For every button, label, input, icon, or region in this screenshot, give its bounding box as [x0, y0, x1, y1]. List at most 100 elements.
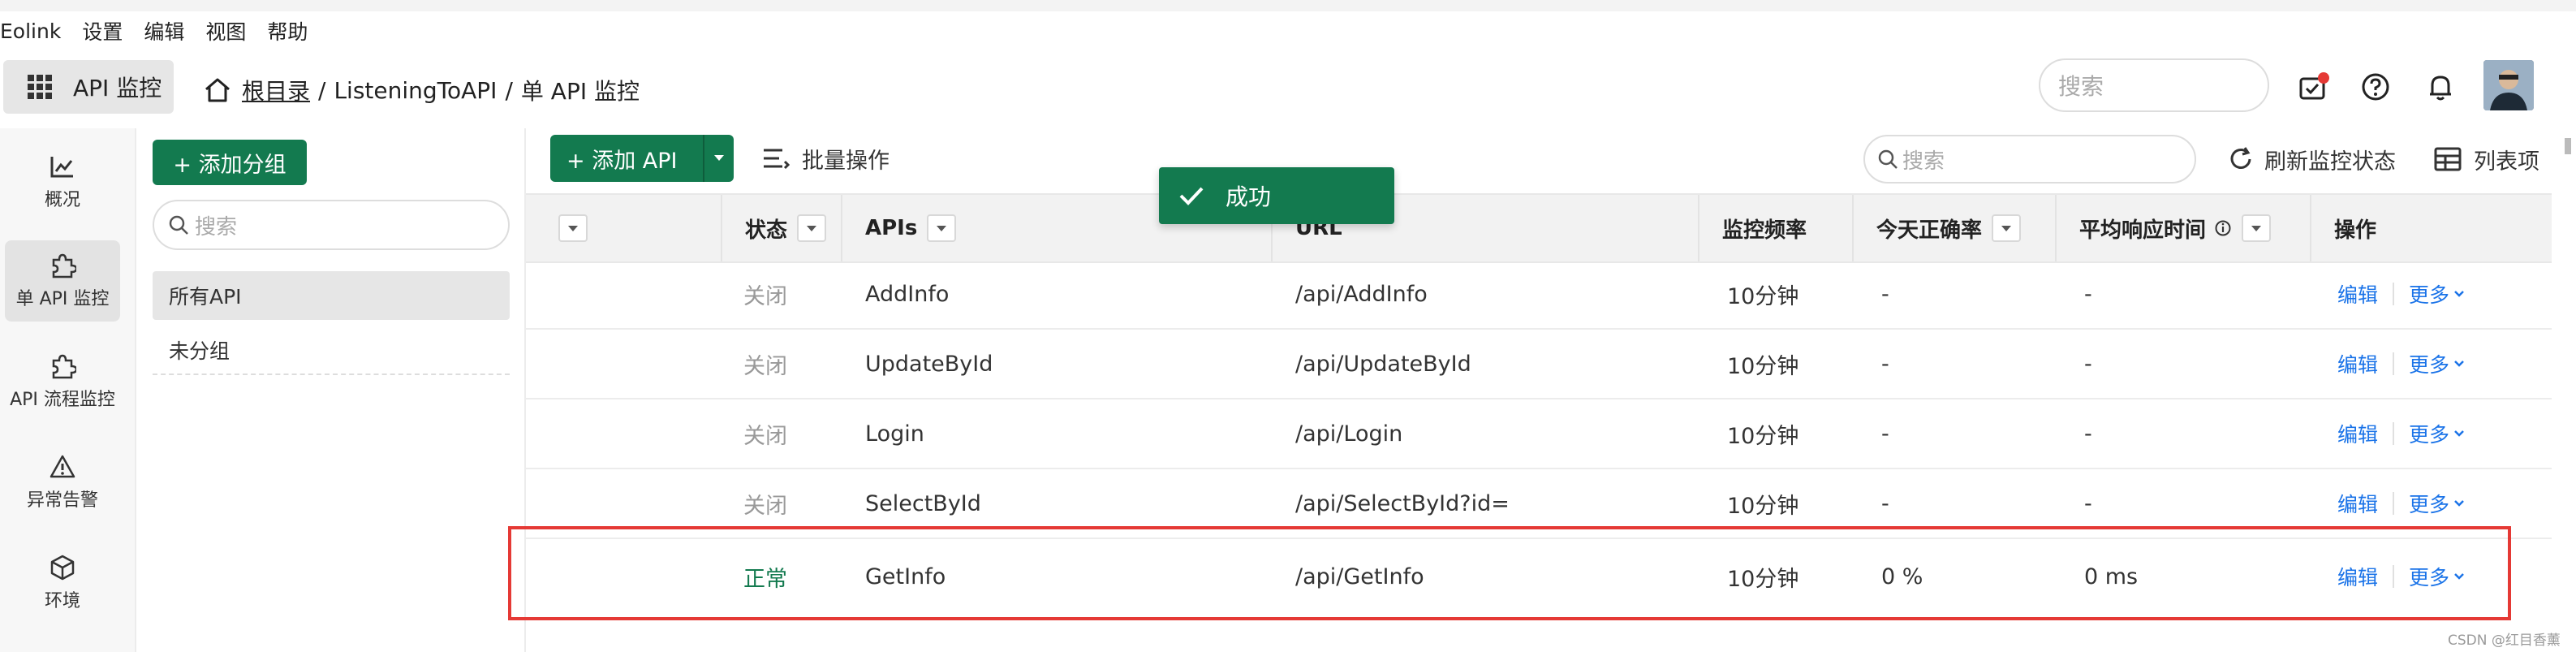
batch-operations-button[interactable]: 批量操作 [761, 135, 890, 182]
api-name[interactable]: AddInfo [865, 260, 949, 328]
column-avg-response[interactable]: 平均响应时间 [2055, 195, 2310, 261]
puzzle-icon [49, 352, 76, 380]
api-search-input[interactable]: 搜索 [1863, 135, 2196, 184]
edit-link[interactable]: 编辑 [2337, 279, 2378, 309]
chevron-down-icon[interactable] [558, 214, 588, 242]
column-actions: 操作 [2310, 195, 2552, 261]
table-row[interactable]: 关闭 AddInfo /api/AddInfo 10分钟 - - 编辑 更多 [526, 260, 2552, 330]
api-name[interactable]: Login [865, 399, 924, 468]
watermark: CSDN @红目香薰 [2448, 633, 2561, 649]
warning-icon [49, 453, 76, 481]
task-icon[interactable] [2295, 68, 2333, 106]
apps-grid-icon [28, 75, 52, 99]
list-icon [764, 149, 790, 170]
table-row[interactable]: 关闭 Login /api/Login 10分钟 - - 编辑 更多 [526, 399, 2552, 469]
home-icon [205, 78, 230, 102]
success-rate: - [1881, 421, 1889, 447]
more-dropdown[interactable]: 更多 [2409, 279, 2466, 309]
column-success-rate[interactable]: 今天正确率 [1852, 195, 2055, 261]
avg-response: - [2084, 421, 2092, 447]
avg-response: - [2084, 351, 2092, 377]
highlight-box [508, 526, 2511, 620]
api-name[interactable]: UpdateById [865, 330, 993, 398]
chart-icon [49, 153, 76, 180]
breadcrumb-root[interactable]: 根目录 [242, 74, 310, 106]
left-navigation: 概况 单 API 监控 API 流程监控 异常告警 环境 [0, 128, 136, 652]
header-search-input[interactable]: 搜索 [2039, 58, 2269, 112]
chevron-down-icon[interactable] [2242, 214, 2272, 242]
row-actions: 编辑 更多 [2337, 260, 2466, 328]
group-item-all[interactable]: 所有API [153, 271, 510, 320]
column-status[interactable]: 状态 [721, 195, 841, 261]
nav-item-single-api[interactable]: 单 API 监控 [5, 240, 120, 322]
nav-item-overview[interactable]: 概况 [5, 141, 120, 222]
list-columns-button[interactable]: 列表项 [2433, 135, 2539, 184]
menu-settings[interactable]: 设置 [82, 16, 123, 45]
group-panel: + 添加分组 搜索 所有API 未分组 [136, 128, 526, 652]
scrollbar[interactable] [2565, 138, 2571, 154]
breadcrumb-project[interactable]: ListeningToAPI [334, 77, 497, 104]
table-icon [2434, 147, 2462, 171]
status-badge: 关闭 [743, 423, 787, 449]
menu-edit[interactable]: 编辑 [144, 16, 184, 45]
bell-icon[interactable] [2422, 68, 2459, 106]
edit-link[interactable]: 编辑 [2337, 349, 2378, 378]
info-icon [2215, 220, 2231, 236]
chevron-down-icon [2454, 500, 2464, 507]
avatar[interactable] [2483, 60, 2534, 110]
module-switcher-button[interactable]: API 监控 [3, 60, 174, 114]
api-url: /api/Login [1295, 421, 1403, 447]
menu-app[interactable]: Eolink [0, 19, 61, 43]
puzzle-icon [49, 252, 76, 279]
group-item-ungrouped[interactable]: 未分组 [153, 326, 510, 375]
edit-link[interactable]: 编辑 [2337, 489, 2378, 518]
search-icon [169, 215, 188, 235]
column-frequency[interactable]: 监控频率 [1698, 195, 1852, 261]
edit-link[interactable]: 编辑 [2337, 419, 2378, 448]
chevron-down-icon [2454, 430, 2464, 437]
chevron-down-icon[interactable] [1992, 214, 2022, 242]
refresh-icon [2230, 147, 2251, 169]
menu-bar: Eolink 设置 编辑 视图 帮助 [0, 11, 2576, 50]
nav-item-flow[interactable]: API 流程监控 [5, 341, 120, 422]
breadcrumb: 根目录 / ListeningToAPI / 单 API 监控 [203, 70, 640, 110]
chevron-down-icon [2454, 361, 2464, 367]
help-icon[interactable] [2357, 68, 2394, 106]
more-dropdown[interactable]: 更多 [2409, 349, 2466, 378]
monitor-frequency: 10分钟 [1727, 353, 1799, 379]
status-badge: 关闭 [743, 353, 787, 379]
menu-help[interactable]: 帮助 [267, 16, 308, 45]
menu-view[interactable]: 视图 [205, 16, 246, 45]
nav-item-env[interactable]: 环境 [5, 542, 120, 624]
nav-item-alerts[interactable]: 异常告警 [5, 442, 120, 523]
api-toolbar: + 添加 API 批量操作 搜索 刷新监控状态 列表项 [526, 128, 2576, 193]
group-search-input[interactable]: 搜索 [153, 200, 510, 250]
row-actions: 编辑 更多 [2337, 330, 2466, 398]
success-rate: - [1881, 351, 1889, 377]
toast-text: 成功 [1226, 184, 1272, 210]
table-header: 状态 APIs URL 监控频率 今天正确率 平均响应时间 操作 [526, 193, 2552, 263]
check-icon [1177, 181, 1206, 210]
select-column-header[interactable] [526, 195, 721, 261]
chevron-down-icon[interactable] [703, 135, 734, 182]
more-dropdown[interactable]: 更多 [2409, 419, 2466, 448]
cube-icon [49, 554, 76, 581]
add-api-button[interactable]: + 添加 API [550, 135, 734, 182]
add-group-button[interactable]: + 添加分组 [153, 140, 307, 185]
success-rate: - [1881, 281, 1889, 307]
app-header: API 监控 根目录 / ListeningToAPI / 单 API 监控 搜… [0, 50, 2576, 130]
table-row[interactable]: 关闭 UpdateById /api/UpdateById 10分钟 - - 编… [526, 330, 2552, 399]
monitor-frequency: 10分钟 [1727, 283, 1799, 309]
chevron-down-icon [2454, 291, 2464, 297]
breadcrumb-current: 单 API 监控 [520, 78, 640, 105]
monitor-frequency: 10分钟 [1727, 423, 1799, 449]
status-badge: 关闭 [743, 283, 787, 309]
search-icon [1878, 149, 1898, 169]
chevron-down-icon[interactable] [927, 214, 957, 242]
row-actions: 编辑 更多 [2337, 399, 2466, 468]
refresh-status-button[interactable]: 刷新监控状态 [2227, 135, 2396, 184]
more-dropdown[interactable]: 更多 [2409, 489, 2466, 518]
avg-response: - [2084, 281, 2092, 307]
module-label: API 监控 [73, 75, 162, 101]
chevron-down-icon[interactable] [797, 214, 827, 242]
